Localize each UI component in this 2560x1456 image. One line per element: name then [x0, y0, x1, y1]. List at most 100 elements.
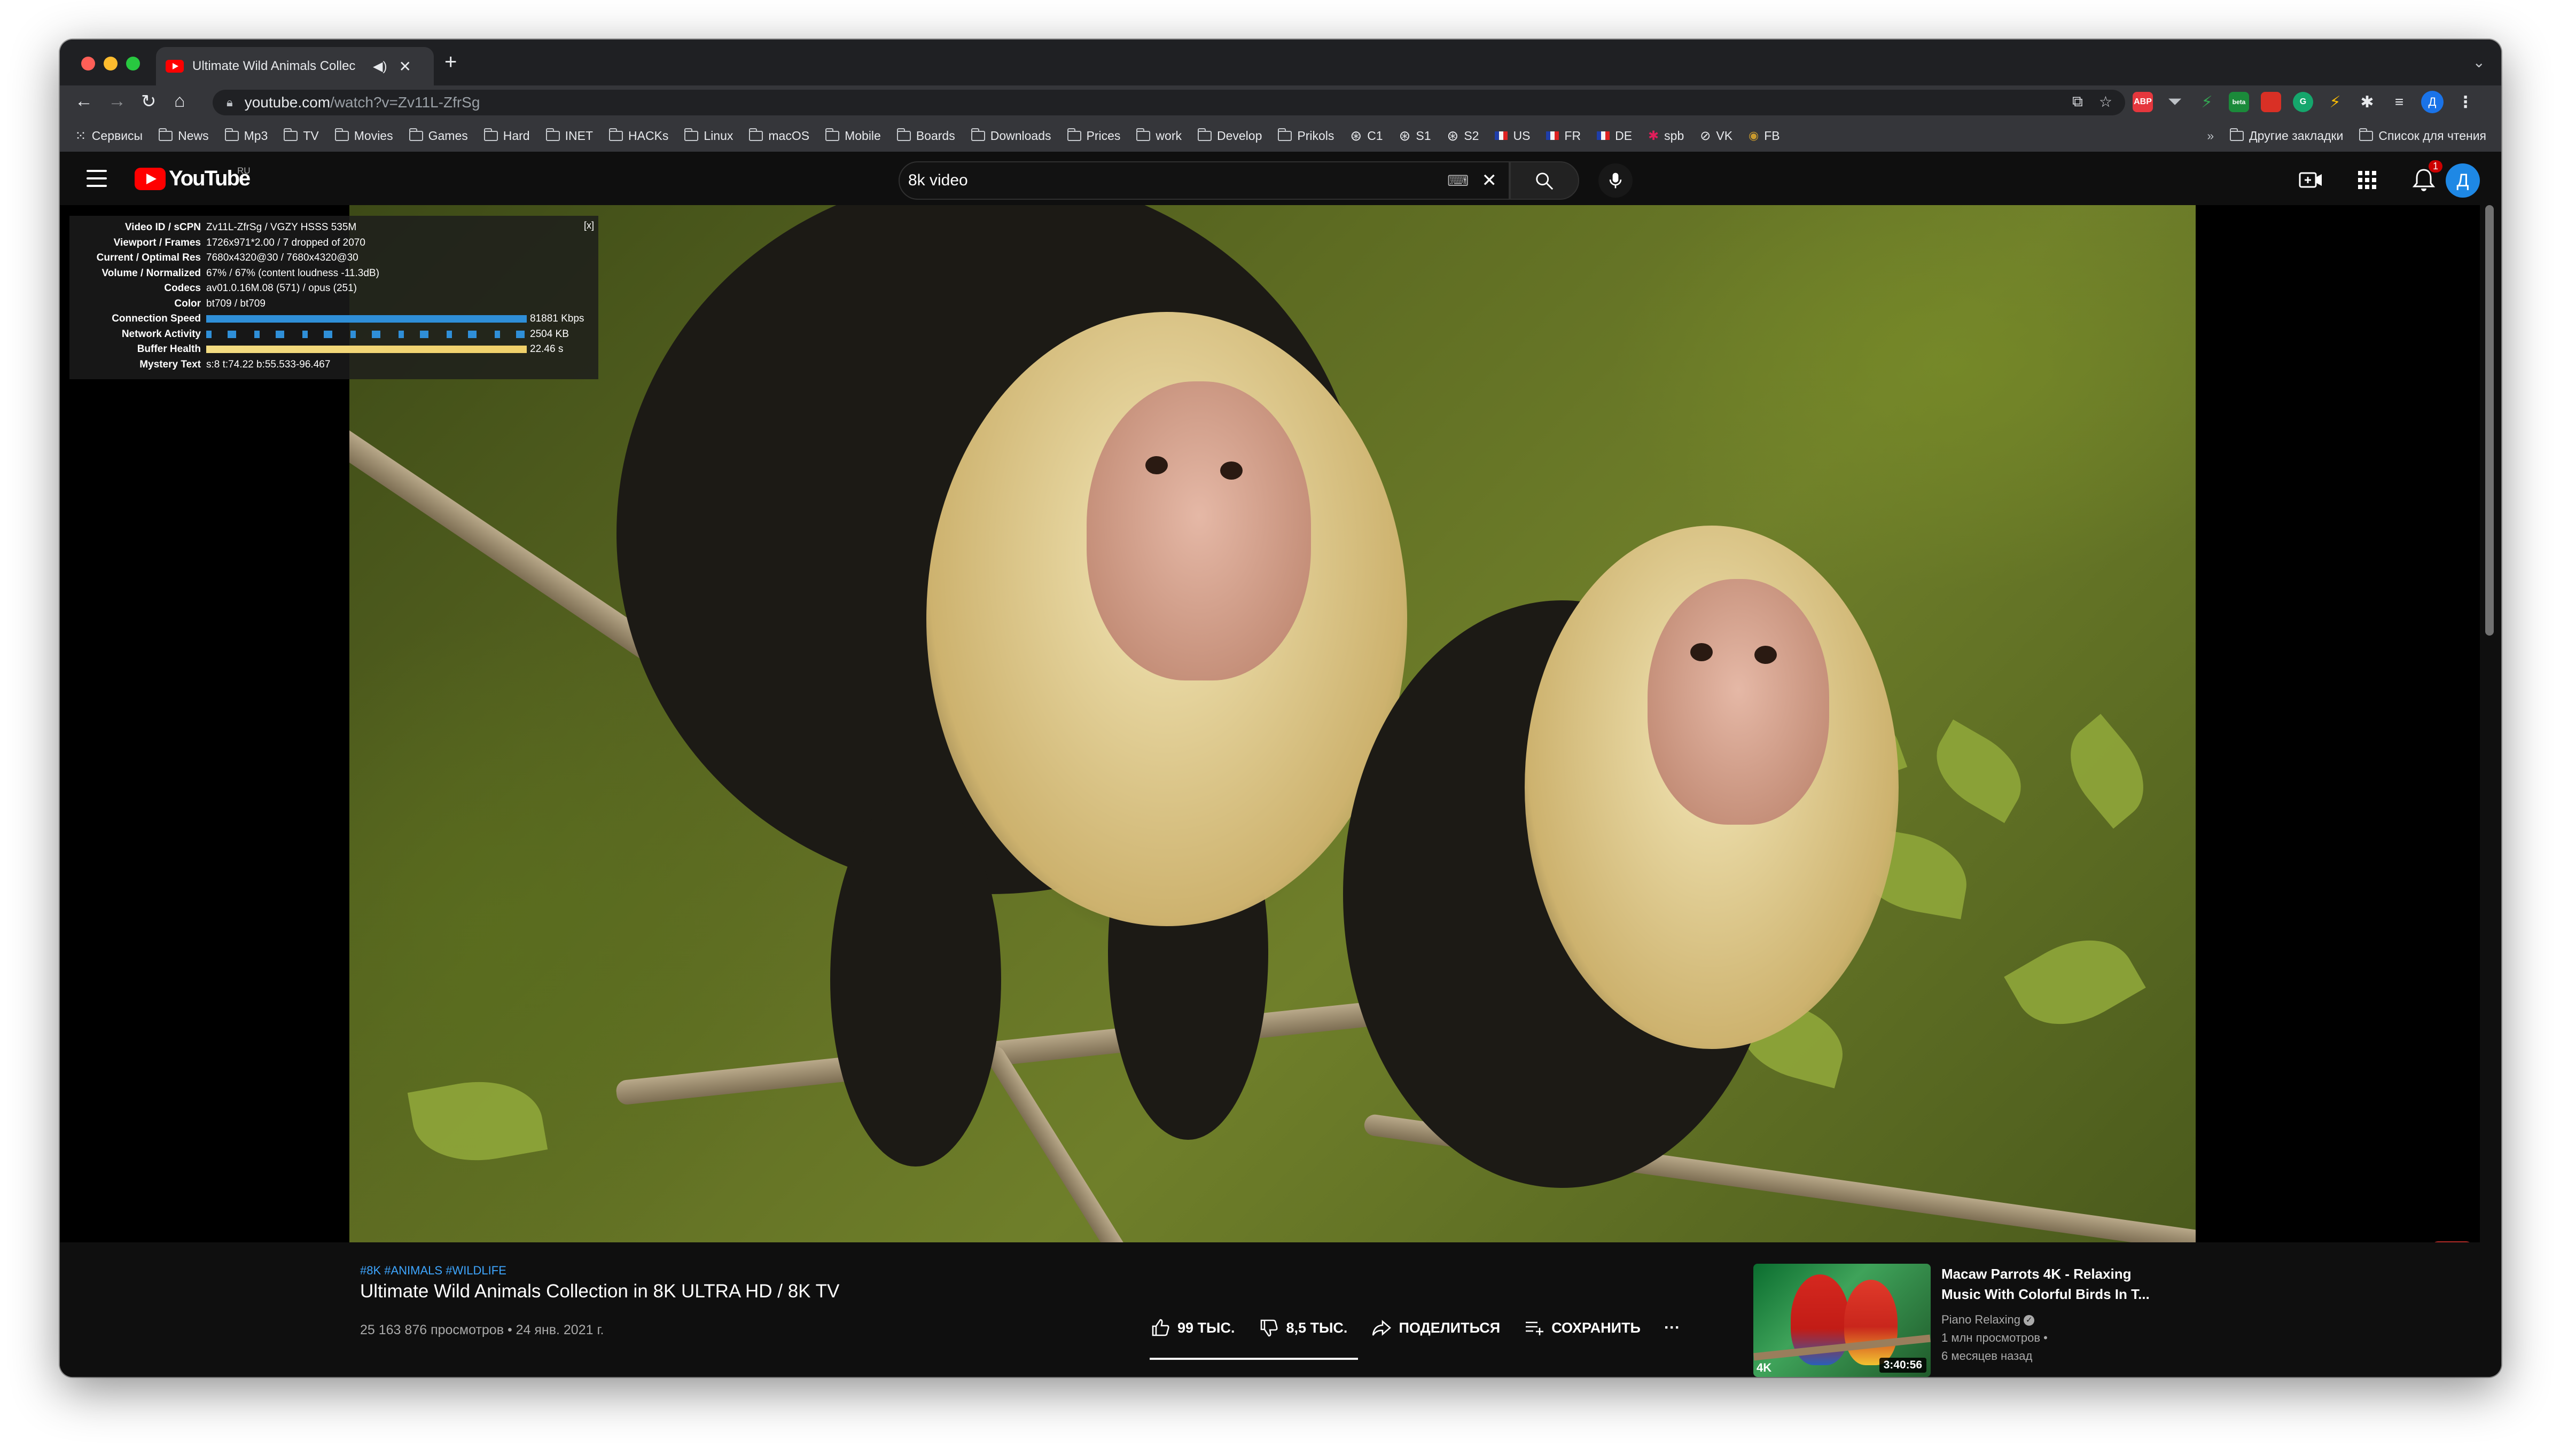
bookmark-linux[interactable]: Linux: [684, 128, 733, 143]
reload-icon[interactable]: ↻: [141, 91, 157, 112]
bookmark-downloads[interactable]: Downloads: [971, 128, 1051, 143]
menu-icon[interactable]: [87, 170, 107, 187]
close-tab-icon[interactable]: ✕: [399, 58, 411, 75]
browser-menu-icon[interactable]: ⋮: [2455, 92, 2476, 112]
bolt-icon[interactable]: ⚡: [2197, 92, 2217, 112]
bookmark-s2[interactable]: ⊛ S2: [1447, 128, 1479, 144]
address-bar[interactable]: 🔒︎ youtube.com/watch?v=Zv11L-ZfrSg ⧉ ☆: [213, 90, 2125, 115]
bookmark-movies[interactable]: Movies: [334, 128, 393, 143]
bookmark-star-icon[interactable]: ☆: [2099, 93, 2112, 111]
close-stats-button[interactable]: [x]: [584, 218, 594, 233]
thumbs-up-icon: [1152, 1319, 1169, 1336]
youtube-logo[interactable]: YouTube: [135, 167, 251, 191]
bookmark-hacks[interactable]: HACKs: [609, 128, 668, 143]
bookmark-hard[interactable]: Hard: [483, 128, 530, 143]
save-button[interactable]: СОХРАНИТЬ: [1524, 1317, 1641, 1338]
bookmark-mp3[interactable]: Mp3: [224, 128, 268, 143]
bookmark-news[interactable]: News: [159, 128, 209, 143]
stats-extension-icon[interactable]: ⚡: [2325, 92, 2345, 112]
bookmarks-overflow-button[interactable]: »: [2207, 129, 2214, 143]
like-button[interactable]: 99 ТЫС.: [1150, 1317, 1235, 1338]
related-view-count: 1 млн просмотров •: [1941, 1331, 2048, 1344]
related-channel-name[interactable]: Piano Relaxing ✓: [1941, 1313, 2035, 1327]
bookmark-macos[interactable]: macOS: [749, 128, 809, 143]
bookmark-spb[interactable]: ✱ spb: [1648, 128, 1684, 144]
folder-icon: [825, 128, 840, 141]
video-player[interactable]: [x] Video ID / sCPN Zv11L-ZfrSg / VGZY HS…: [60, 205, 2480, 1279]
bookmark-develop[interactable]: Develop: [1197, 128, 1262, 143]
related-video-thumbnail[interactable]: 4K 3:40:56: [1753, 1264, 1931, 1377]
filter-icon[interactable]: ⏷: [2165, 92, 2185, 112]
search-button[interactable]: [1510, 161, 1579, 200]
bookmark-games[interactable]: Games: [409, 128, 468, 143]
tab-search-icon[interactable]: ⌄: [2473, 53, 2485, 71]
bookmark-сервисы[interactable]: ⁙ Сервисы: [75, 128, 143, 144]
close-window-button[interactable]: [81, 57, 95, 71]
minimize-window-button[interactable]: [104, 57, 118, 71]
video-frame-capuchin-monkeys[interactable]: [349, 205, 2196, 1242]
stats-row: Mystery Text s:8 t:74.22 b:55.533-96.467: [139, 358, 331, 370]
apps-grid-icon[interactable]: [2354, 167, 2381, 193]
lock-icon[interactable]: 🔒︎: [227, 96, 233, 109]
bookmark-vk[interactable]: ⊘ VK: [1700, 128, 1732, 144]
dislike-button[interactable]: 8,5 ТЫС.: [1258, 1317, 1347, 1338]
related-video-item[interactable]: 4K 3:40:56 Macaw Parrots 4K - Relaxing M…: [1753, 1264, 2394, 1377]
puzzle-extensions-icon[interactable]: ✱: [2357, 92, 2377, 112]
clear-search-icon[interactable]: ✕: [1482, 170, 1497, 191]
tab-youtube[interactable]: Ultimate Wild Animals Collec ◀) ✕: [156, 47, 434, 85]
flag-icon: [1495, 131, 1508, 140]
bookmarks-list: ⁙ Сервисы News Mp3 TV Movies Games Hard INET HACK…: [75, 120, 1780, 152]
bookmark-c1[interactable]: ⊛ C1: [1350, 128, 1383, 144]
share-button[interactable]: ПОДЕЛИТЬСЯ: [1371, 1317, 1500, 1338]
page-scrollbar[interactable]: [2480, 205, 2501, 1377]
bookmark-prikols[interactable]: Prikols: [1278, 128, 1334, 143]
more-actions-button[interactable]: ···: [1664, 1319, 1680, 1337]
search-input[interactable]: 8k video ⌨ ✕: [899, 161, 1510, 200]
new-tab-button[interactable]: +: [444, 50, 457, 74]
youtube-header: YouTube RU 8k video ⌨ ✕ 1 Д: [60, 152, 2501, 205]
speaker-icon[interactable]: ◀): [373, 59, 387, 74]
bookmark-prices[interactable]: Prices: [1067, 128, 1120, 143]
video-hashtags[interactable]: #8K #ANIMALS #WILDLIFE: [360, 1264, 506, 1278]
install-app-icon[interactable]: ⧉: [2072, 93, 2083, 111]
bookmark-fb[interactable]: ◉ FB: [1749, 129, 1780, 143]
adblock-plus-icon[interactable]: ABP: [2133, 92, 2153, 112]
bookmark-work[interactable]: work: [1136, 128, 1182, 143]
home-icon[interactable]: ⌂: [174, 91, 185, 112]
zoom-window-button[interactable]: [126, 57, 140, 71]
notifications-button[interactable]: 1: [2410, 160, 2442, 193]
bookmark-us[interactable]: US: [1495, 129, 1530, 143]
folder-icon: [896, 128, 911, 141]
beta-extension-icon[interactable]: beta: [2229, 92, 2249, 112]
folder-icon: [609, 128, 623, 141]
other-bookmarks-folder[interactable]: Другие закладки: [2230, 128, 2343, 143]
bookmark-s1[interactable]: ⊛ S1: [1399, 128, 1431, 144]
bookmark-tv[interactable]: TV: [284, 128, 319, 143]
related-video-title[interactable]: Macaw Parrots 4K - Relaxing Music With C…: [1941, 1264, 2166, 1304]
share-arrow-icon: [1372, 1320, 1392, 1336]
calendar-icon[interactable]: [2261, 92, 2281, 112]
reading-list-button[interactable]: Список для чтения: [2359, 128, 2486, 143]
bookmark-mobile[interactable]: Mobile: [825, 128, 881, 143]
stats-row: Connection Speed 81881 Kbps: [112, 313, 584, 324]
folder-icon: [1136, 128, 1151, 141]
bookmark-inet[interactable]: INET: [545, 128, 593, 143]
bookmark-de[interactable]: DE: [1597, 129, 1632, 143]
tab-strip: Ultimate Wild Animals Collec ◀) ✕ + ⌄: [60, 40, 2501, 85]
stats-row: Network Activity 2504 KB: [121, 328, 569, 340]
stats-for-nerds-panel: [x] Video ID / sCPN Zv11L-ZfrSg / VGZY HS…: [69, 216, 598, 379]
keyboard-icon[interactable]: ⌨: [1447, 172, 1469, 190]
create-video-icon[interactable]: [2297, 167, 2324, 193]
bookmark-boards[interactable]: Boards: [896, 128, 955, 143]
voice-search-button[interactable]: [1598, 163, 1633, 198]
back-arrow-icon[interactable]: ←: [75, 91, 93, 112]
scrollbar-thumb[interactable]: [2485, 205, 2494, 636]
bookmark-fr[interactable]: FR: [1546, 129, 1581, 143]
profile-avatar[interactable]: Д: [2421, 91, 2444, 113]
grammarly-icon[interactable]: G: [2293, 92, 2313, 112]
account-avatar[interactable]: Д: [2446, 163, 2480, 198]
video-info: #8K #ANIMALS #WILDLIFE Ultimate Wild Ani…: [60, 1242, 2480, 1377]
search-icon: [1536, 173, 1554, 190]
forward-arrow-icon[interactable]: →: [108, 91, 126, 112]
media-controls-icon[interactable]: ≡: [2389, 92, 2409, 112]
